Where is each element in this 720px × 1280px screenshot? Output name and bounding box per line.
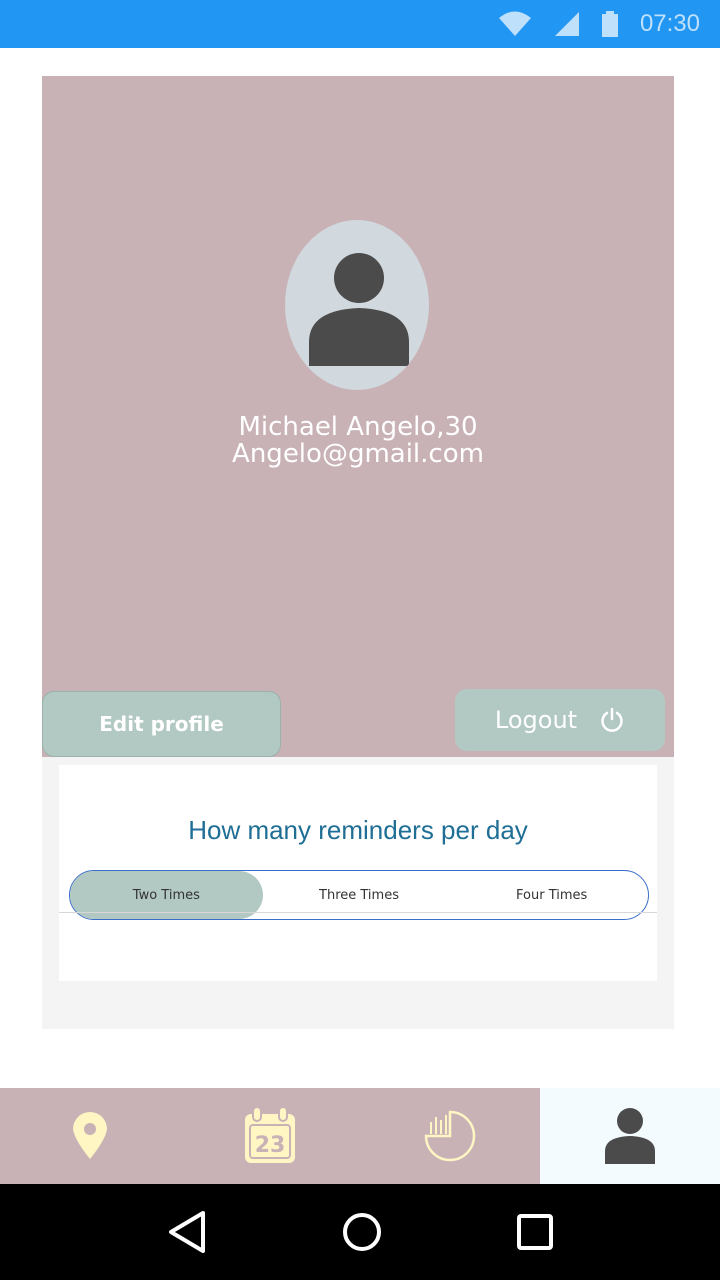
signal-icon [554, 12, 579, 36]
system-navigation-bar [0, 1184, 720, 1280]
wifi-icon [498, 11, 531, 36]
calendar-day-label: 23 [255, 1133, 286, 1158]
status-bar: 07:30 [0, 0, 720, 48]
calendar-icon: 23 [245, 1107, 295, 1163]
recents-icon[interactable] [516, 1214, 553, 1250]
user-email: Angelo@gmail.com [232, 439, 484, 469]
settings-area: How many reminders per day Two Times Thr… [42, 757, 674, 1029]
back-icon[interactable] [167, 1211, 207, 1253]
logout-button[interactable]: Logout [455, 689, 665, 751]
avatar[interactable] [285, 220, 429, 390]
reminders-card: How many reminders per day Two Times Thr… [59, 765, 657, 981]
nav-item-profile[interactable] [540, 1088, 720, 1184]
reminders-question: How many reminders per day [188, 815, 528, 845]
status-time: 07:30 [639, 10, 700, 37]
user-name: Michael Angelo,30 [238, 412, 478, 442]
edit-profile-button[interactable]: Edit profile [42, 691, 281, 757]
logout-label: Logout [494, 706, 578, 734]
nav-item-stats[interactable] [360, 1088, 540, 1184]
divider [59, 912, 657, 913]
nav-item-calendar[interactable]: 23 [180, 1088, 360, 1184]
nav-item-location[interactable] [0, 1088, 180, 1184]
person-icon [309, 253, 409, 366]
profile-card: Michael Angelo,30 Angelo@gmail.com Edit … [42, 76, 674, 757]
bottom-nav: 23 [0, 1088, 720, 1184]
battery-icon [601, 11, 618, 37]
location-pin-icon [73, 1111, 107, 1159]
status-icons: 07:30 [498, 0, 700, 48]
profile-icon [605, 1108, 655, 1164]
chart-icon [424, 1110, 476, 1162]
home-icon[interactable] [342, 1212, 382, 1252]
power-icon [601, 707, 623, 732]
